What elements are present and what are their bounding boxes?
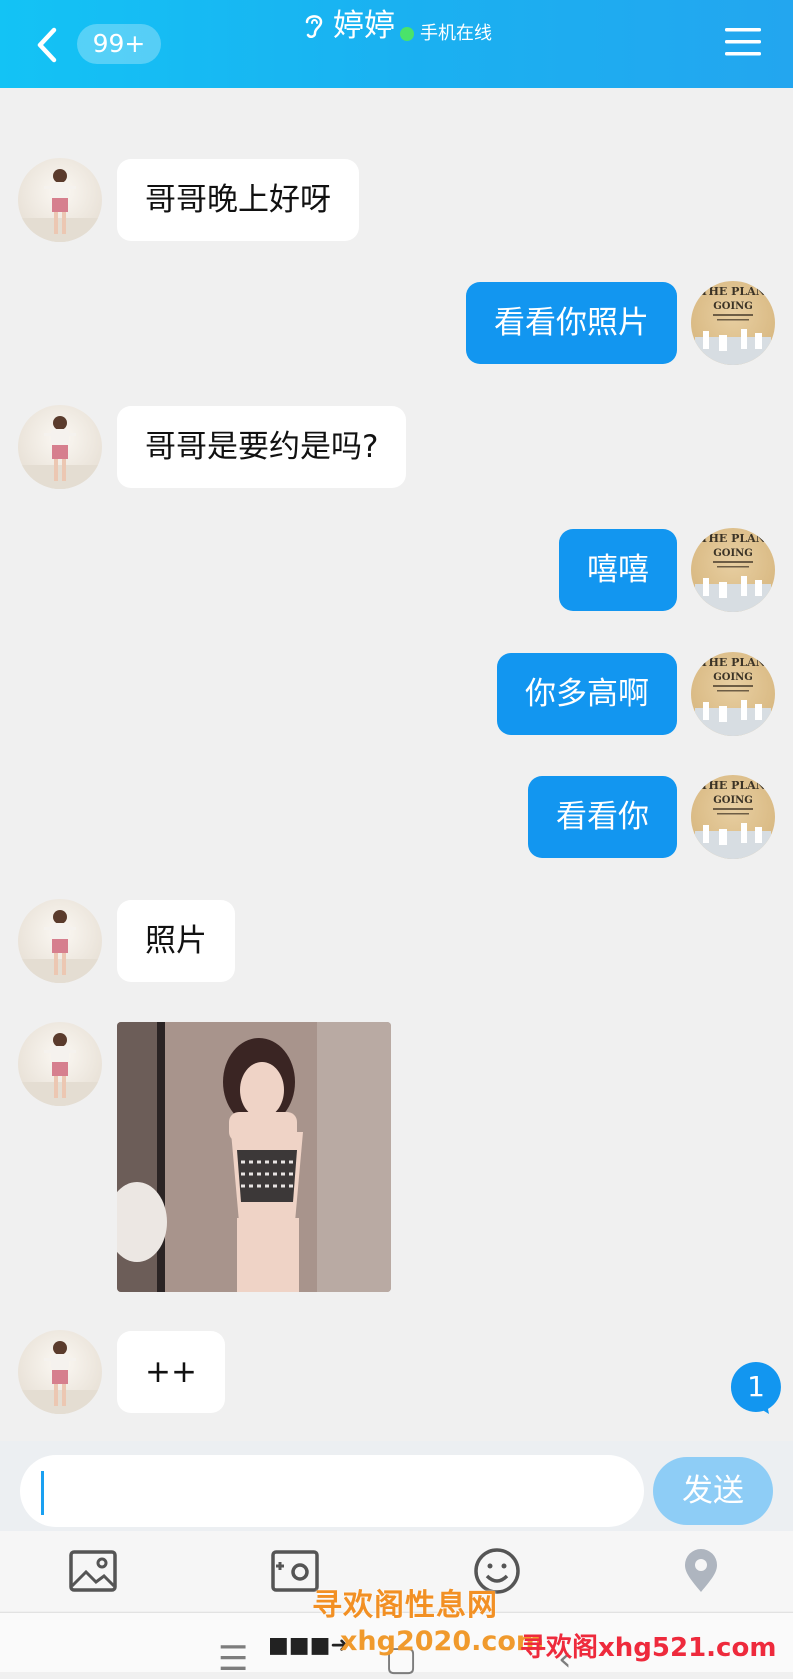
avatar-text: THE PLAN — [700, 532, 765, 545]
avatar-text: THE PLAN — [700, 285, 765, 298]
location-icon[interactable] — [674, 1546, 728, 1596]
message-bubble[interactable]: 看看你照片 — [466, 282, 677, 364]
avatar-image — [18, 1033, 102, 1106]
message-bubble[interactable]: 嘻嘻 — [559, 529, 677, 611]
online-status-text: 手机在线 — [420, 23, 493, 44]
message-bubble[interactable]: 你多高啊 — [497, 653, 677, 735]
avatar-text: GOING — [713, 672, 753, 683]
avatar-image: THE PLAN GOING — [695, 779, 771, 859]
send-button[interactable]: 发送 — [653, 1457, 773, 1525]
text-cursor — [41, 1471, 44, 1515]
avatar-image — [18, 416, 102, 489]
avatar-text: GOING — [713, 795, 753, 806]
contact-avatar[interactable] — [18, 899, 102, 983]
avatar-image: THE PLAN GOING — [695, 285, 771, 365]
avatar-image — [18, 910, 102, 983]
watermark-text: 寻欢阁性息网 — [312, 1588, 498, 1623]
contact-avatar[interactable] — [18, 158, 102, 242]
contact-avatar[interactable] — [18, 405, 102, 489]
online-status-dot — [400, 27, 415, 41]
my-avatar[interactable]: THE PLAN GOING — [691, 528, 775, 612]
message-input[interactable] — [20, 1455, 644, 1527]
watermark-text: xhg2020.com — [340, 1626, 545, 1657]
message-bubble[interactable]: 照片 — [117, 900, 235, 982]
watermark-arrow-icon: ■■■➜ — [268, 1633, 349, 1658]
contact-info[interactable]: 婷婷 手机在线 — [0, 6, 793, 47]
new-message-indicator[interactable]: 1 — [729, 1360, 783, 1414]
avatar-image — [18, 1341, 102, 1414]
message-bubble[interactable]: ++ — [117, 1331, 225, 1413]
message-bubble[interactable]: 看看你 — [528, 776, 677, 858]
avatar-text: GOING — [713, 548, 753, 559]
my-avatar[interactable]: THE PLAN GOING — [691, 652, 775, 736]
my-avatar[interactable]: THE PLAN GOING — [691, 281, 775, 365]
message-bubble[interactable]: 哥哥是要约是吗? — [117, 406, 407, 488]
my-avatar[interactable]: THE PLAN GOING — [691, 775, 775, 859]
contact-name: 婷婷 — [332, 8, 395, 44]
watermark-text: 寻欢阁xhg521.com — [520, 1633, 777, 1663]
avatar-text: GOING — [713, 301, 753, 312]
contact-avatar[interactable] — [18, 1022, 102, 1106]
chat-header: 99+ 婷婷 手机在线 — [0, 0, 793, 88]
avatar-image: THE PLAN GOING — [695, 532, 771, 612]
avatar-image: THE PLAN GOING — [695, 656, 771, 736]
avatar-image — [18, 169, 102, 242]
image-icon[interactable] — [66, 1546, 120, 1596]
menu-icon[interactable] — [723, 24, 763, 60]
new-message-count: 1 — [747, 1370, 765, 1403]
contact-avatar[interactable] — [18, 1330, 102, 1414]
image-message[interactable] — [117, 1022, 391, 1292]
avatar-text: THE PLAN — [700, 779, 765, 792]
message-bubble[interactable]: 哥哥晚上好呀 — [117, 159, 359, 241]
ear-icon — [305, 15, 323, 38]
avatar-text: THE PLAN — [700, 656, 765, 669]
photo-thumbnail — [117, 1022, 391, 1292]
